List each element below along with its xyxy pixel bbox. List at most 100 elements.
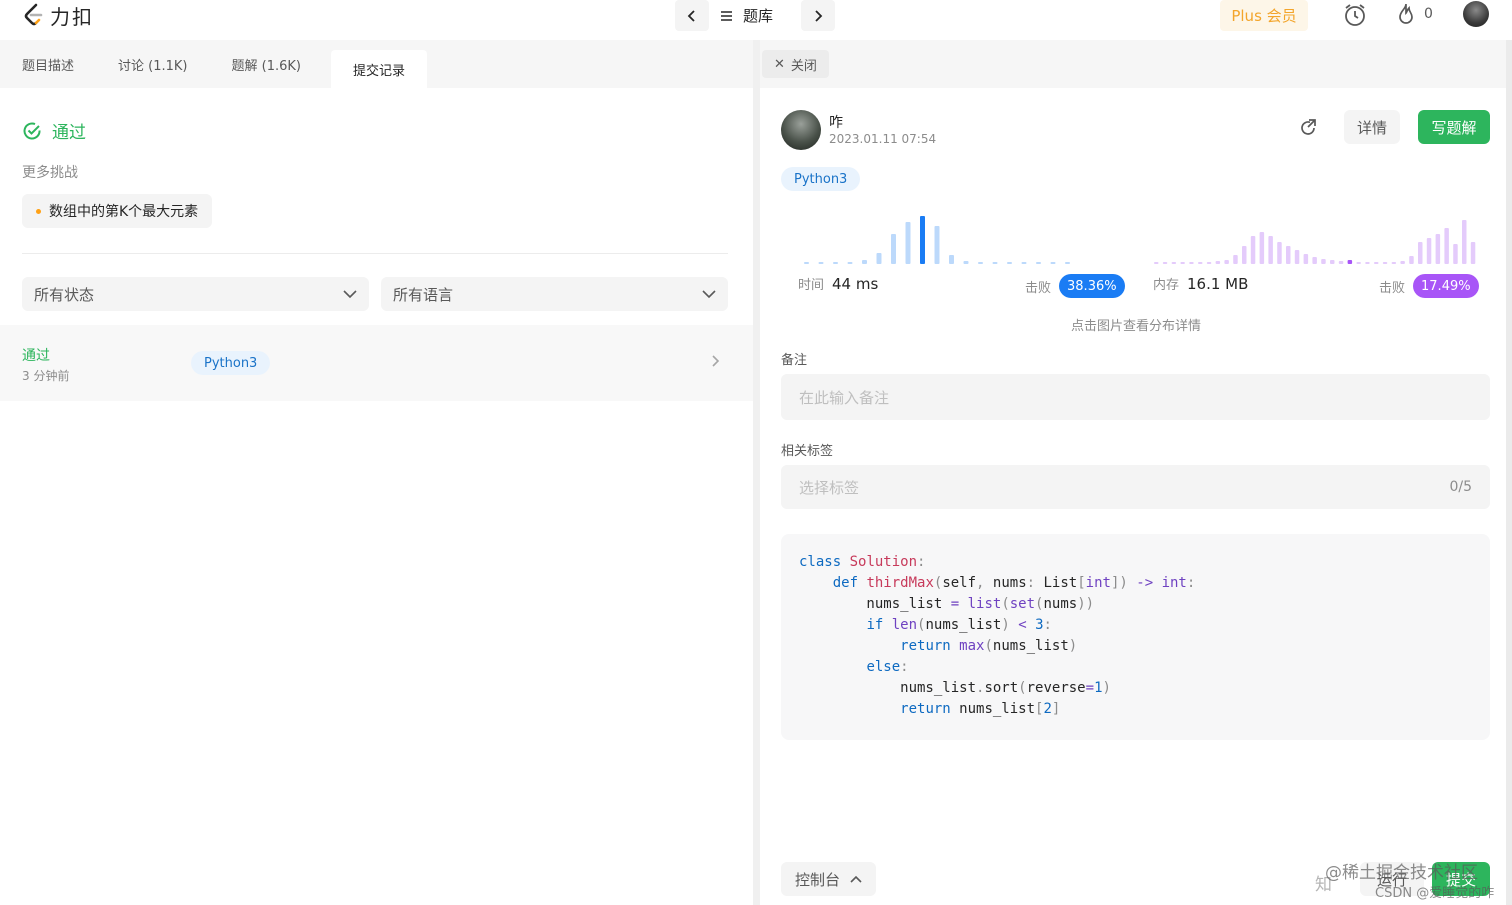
logo-text: 力扣 (50, 4, 94, 29)
write-solution-button[interactable]: 写题解 (1418, 110, 1490, 144)
runtime-bar (847, 262, 853, 264)
alarm-clock-icon[interactable] (1342, 2, 1368, 32)
memory-distribution-bars (1154, 220, 1476, 264)
memory-label: 内存 (1153, 278, 1180, 293)
memory-beat: 击败 17.49% (1379, 274, 1479, 298)
runtime-bar (1021, 262, 1027, 264)
close-tab-button[interactable]: ✕ 关闭 (762, 50, 829, 78)
memory-bar (1356, 262, 1361, 264)
distribution-chart[interactable] (798, 208, 1478, 268)
streak-counter[interactable]: 0 (1396, 2, 1433, 26)
tags-placeholder: 选择标签 (799, 478, 860, 497)
user-avatar[interactable] (781, 110, 821, 150)
divider (22, 253, 728, 254)
memory-stat: 内存 16.1 MB (1153, 274, 1249, 294)
top-bar: 力扣 题库 Plus 会员 0 (0, 0, 1512, 40)
memory-bar (1374, 262, 1379, 264)
left-panel: 题目描述 讨论 (1.1K) 题解 (1.6K) 提交记录 通过 更多挑战 数组… (0, 40, 753, 905)
memory-bar (1198, 262, 1203, 264)
user-name: 咋 (829, 115, 843, 131)
status-filter-select[interactable]: 所有状态 (22, 277, 369, 311)
runtime-bar (934, 226, 940, 264)
memory-value: 16.1 MB (1187, 274, 1249, 293)
right-tab-bar: ✕ 关闭 (760, 40, 1512, 88)
memory-bar (1224, 260, 1229, 264)
memory-bar (1453, 244, 1458, 264)
memory-bar (1233, 255, 1238, 264)
share-icon[interactable] (1298, 118, 1318, 142)
memory-beat-badge: 17.49% (1413, 274, 1479, 298)
chevron-up-icon (850, 875, 862, 883)
chevron-down-icon (343, 290, 357, 299)
tags-label: 相关标签 (781, 444, 834, 459)
runtime-value: 44 ms (832, 274, 879, 293)
memory-bar (1294, 250, 1300, 264)
memory-bar (1400, 261, 1405, 264)
note-input[interactable]: 在此输入备注 (781, 374, 1490, 420)
tags-select[interactable]: 选择标签 0/5 (781, 465, 1490, 509)
memory-bar (1162, 262, 1168, 264)
close-icon: ✕ (774, 56, 785, 72)
memory-bar (1259, 232, 1265, 264)
language-filter-select[interactable]: 所有语言 (381, 277, 728, 311)
logo[interactable]: 力扣 (22, 2, 94, 29)
problem-bank-button[interactable]: 题库 (720, 0, 773, 31)
challenge-chip[interactable]: 数组中的第K个最大元素 (22, 194, 213, 228)
memory-bar (1286, 246, 1291, 264)
panel-splitter[interactable] (753, 40, 760, 905)
runtime-bar (1007, 262, 1012, 264)
memory-bar (1303, 254, 1309, 264)
tab-discussion[interactable]: 讨论 (1.1K) (96, 40, 209, 88)
scrollbar[interactable] (1506, 40, 1512, 905)
check-circle-icon (23, 122, 41, 139)
tab-description[interactable]: 题目描述 (0, 40, 96, 88)
memory-bar (1321, 259, 1326, 264)
next-problem-button[interactable] (801, 0, 835, 31)
memory-beat-label: 击败 (1379, 280, 1406, 296)
runtime-beat: 击败 38.36% (1025, 274, 1125, 298)
memory-bar (1189, 262, 1194, 264)
result-label: 通过 (52, 123, 86, 143)
submission-language-badge: Python3 (191, 351, 271, 375)
avatar[interactable] (1463, 1, 1489, 27)
runtime-bar (876, 253, 882, 264)
runtime-bar (905, 222, 911, 264)
console-button[interactable]: 控制台 (781, 862, 877, 896)
memory-bar (1171, 262, 1177, 264)
streak-count: 0 (1424, 6, 1433, 22)
submission-row[interactable]: 通过 3 分钟前 Python3 (0, 325, 753, 401)
runtime-bar (1036, 262, 1041, 264)
memory-bar (1435, 234, 1441, 264)
memory-bar (1242, 246, 1247, 264)
memory-bar (1444, 228, 1449, 264)
memory-bar (1277, 242, 1282, 264)
memory-bar (1206, 262, 1212, 264)
runtime-bar (1050, 262, 1056, 264)
prev-problem-button[interactable] (675, 0, 709, 31)
submission-status: 通过 (22, 348, 50, 364)
runtime-bar (833, 262, 838, 264)
code-block[interactable]: class Solution: def thirdMax(self, nums:… (781, 534, 1490, 740)
note-placeholder: 在此输入备注 (799, 388, 890, 407)
submission-time: 3 分钟前 (22, 369, 70, 383)
chevron-right-icon (710, 353, 720, 373)
runtime-beat-label: 击败 (1025, 280, 1052, 296)
watermark: @稀土掘金技术社区 (1325, 863, 1478, 883)
memory-bar (1391, 262, 1397, 264)
plus-member-button[interactable]: Plus 会员 (1220, 0, 1308, 31)
memory-bar (1426, 238, 1432, 264)
tab-submissions[interactable]: 提交记录 (330, 50, 427, 88)
tags-count: 0/5 (1449, 479, 1472, 495)
detail-button[interactable]: 详情 (1344, 110, 1400, 144)
tab-solutions[interactable]: 题解 (1.6K) (210, 40, 323, 88)
problem-bank-label: 题库 (743, 7, 774, 25)
memory-bar (1338, 261, 1344, 264)
right-panel: ✕ 关闭 咋 2023.01.11 07:54 详情 写题解 Python3 时… (760, 40, 1512, 905)
leetcode-logo-icon (24, 3, 43, 26)
close-label: 关闭 (790, 58, 817, 74)
memory-bar (1180, 262, 1185, 264)
language-badge: Python3 (781, 167, 861, 191)
runtime-bar (818, 262, 824, 264)
chevron-right-icon (815, 9, 823, 22)
submission-date: 2023.01.11 07:54 (829, 132, 937, 146)
